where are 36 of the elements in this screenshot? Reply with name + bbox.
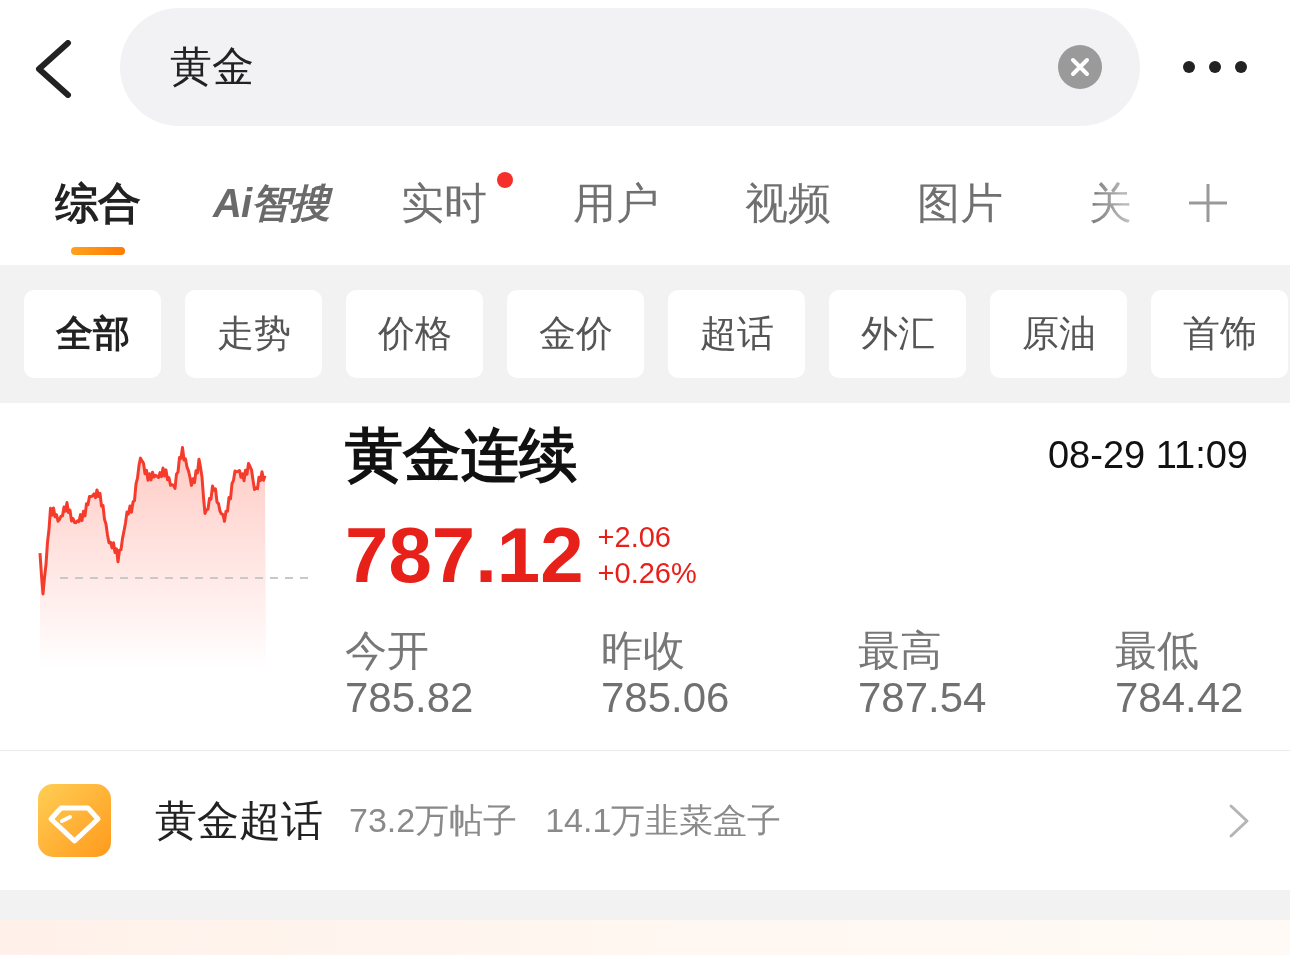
filter-chip[interactable]: 超话 xyxy=(668,290,805,378)
stat-value: 784.42 xyxy=(1115,675,1244,721)
plus-icon[interactable] xyxy=(1188,183,1228,223)
stat-label: 最高 xyxy=(858,627,942,675)
filter-chip[interactable]: 走势 xyxy=(185,290,322,378)
tab[interactable]: 实时 xyxy=(401,178,487,228)
follower-count: 14.1万韭菜盒子 xyxy=(545,799,782,841)
stat-value: 785.06 xyxy=(601,675,730,721)
stat-label: 今开 xyxy=(345,627,429,675)
filter-chip[interactable]: 金价 xyxy=(507,290,644,378)
stat-label: 昨收 xyxy=(601,627,685,675)
instrument-name: 黄金连续 xyxy=(345,421,577,489)
more-icon[interactable] xyxy=(1183,61,1247,73)
filter-chip[interactable]: 原油 xyxy=(990,290,1127,378)
price: 787.12 xyxy=(345,515,584,595)
tab[interactable]: 图片 xyxy=(917,178,1003,228)
post-count: 73.2万帖子 xyxy=(349,799,518,841)
topic-name[interactable]: 黄金超话 xyxy=(155,792,323,849)
tab[interactable]: 视频 xyxy=(745,178,831,228)
filter-chip[interactable]: 外汇 xyxy=(829,290,966,378)
price-change: +2.06 xyxy=(597,520,672,555)
stat-value: 787.54 xyxy=(858,675,987,721)
quote-time: 08-29 11:09 xyxy=(1047,433,1248,478)
tab[interactable]: 用户 xyxy=(573,178,659,228)
tab[interactable]: 综合 xyxy=(55,178,141,228)
tab-underline xyxy=(71,247,125,255)
stat-value: 785.82 xyxy=(345,675,474,721)
price-change-percent: +0.26% xyxy=(597,556,697,591)
clear-icon[interactable] xyxy=(1058,45,1102,89)
filter-chip[interactable]: 首饰 xyxy=(1151,290,1288,378)
filter-chip[interactable]: 全部 xyxy=(24,290,161,378)
back-icon[interactable] xyxy=(34,40,72,98)
search-field[interactable]: 黄金 xyxy=(120,8,1140,126)
stat-label: 最低 xyxy=(1115,627,1199,675)
filter-chip[interactable]: 价格 xyxy=(346,290,483,378)
chevron-right-icon[interactable] xyxy=(1228,802,1250,839)
